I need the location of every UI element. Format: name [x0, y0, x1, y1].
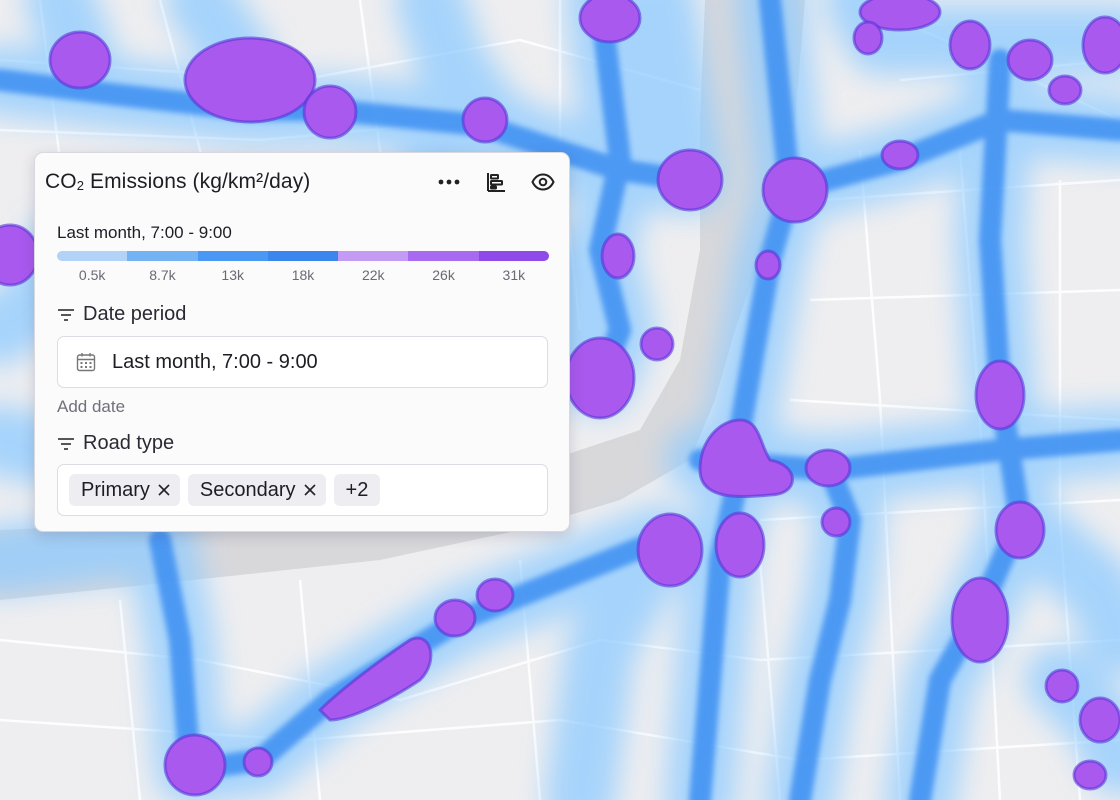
hotspot [636, 512, 704, 588]
close-icon[interactable] [303, 484, 316, 496]
chart-icon [486, 173, 505, 192]
chart-button[interactable] [479, 167, 512, 197]
legend-swatch [127, 251, 198, 261]
legend-tick-label: 8.7k [149, 267, 176, 283]
legend-ticks: 0.5k 8.7k 13k 18k 22k 26k 31k [57, 267, 549, 283]
close-icon[interactable] [158, 484, 170, 496]
legend-tick-label: 26k [432, 267, 455, 283]
hotspot [948, 19, 992, 71]
hotspot [433, 598, 477, 638]
hotspot [994, 500, 1046, 560]
hotspot [1044, 668, 1080, 704]
hotspot [714, 511, 766, 579]
hotspot [1047, 74, 1083, 106]
legend-tick-label: 18k [291, 267, 315, 283]
hotspot [1078, 696, 1120, 744]
hotspot [564, 336, 636, 420]
hotspot [761, 156, 829, 224]
visibility-eye-icon [530, 173, 555, 191]
hotspot [880, 139, 920, 171]
filter-icon [58, 308, 74, 321]
hotspot [1081, 15, 1120, 75]
hotspot [183, 36, 317, 124]
hotspot [852, 20, 884, 56]
calendar-icon [76, 353, 96, 372]
date-period-field[interactable]: Last month, 7:00 - 9:00 [57, 336, 548, 388]
chip-more[interactable]: +2 [333, 474, 381, 506]
hotspot [950, 576, 1010, 664]
chip-label: Secondary [199, 478, 296, 501]
hotspot [242, 746, 274, 778]
hotspot [754, 249, 782, 281]
legend-swatch [197, 251, 268, 261]
road-type-field[interactable]: Primary Secondary +2 [57, 464, 548, 516]
legend-tick-label: 0.5k [78, 267, 106, 283]
hotspot [820, 506, 852, 538]
chip-secondary[interactable]: Secondary [187, 474, 326, 506]
legend-color-bar [57, 251, 549, 261]
hotspot [1006, 38, 1054, 82]
hotspot [656, 148, 724, 212]
hotspot [639, 326, 675, 362]
date-period-value: Last month, 7:00 - 9:00 [112, 350, 318, 373]
legend-tick-label: 13k [221, 267, 244, 283]
add-date-link[interactable]: Add date [57, 397, 125, 417]
road-type-label: Road type [57, 432, 174, 455]
more-options-icon [438, 179, 459, 185]
chip-primary[interactable]: Primary [69, 474, 180, 506]
legend-swatch [408, 251, 479, 261]
legend-title: Last month, 7:00 - 9:00 [57, 223, 232, 242]
legend-swatch [338, 251, 409, 261]
visibility-button[interactable] [526, 167, 559, 197]
hotspot [461, 96, 509, 144]
date-period-label: Date period [57, 303, 186, 326]
more-options-button[interactable] [432, 167, 465, 197]
layer-panel: CO2 Emissions (kg/km²/day) Last month, 7… [34, 152, 570, 532]
legend-swatch [267, 251, 339, 261]
hotspot [804, 448, 852, 488]
filter-icon [58, 437, 74, 450]
legend-swatch [478, 251, 549, 261]
panel-header: CO2 Emissions (kg/km²/day) [45, 167, 559, 197]
road-type-label-text: Road type [83, 432, 175, 454]
chip-label: Primary [81, 478, 150, 501]
hotspot [578, 0, 642, 44]
hotspot [1072, 759, 1108, 791]
hotspot [48, 30, 112, 90]
hotspot [600, 232, 636, 280]
legend-tick-label: 22k [361, 267, 385, 283]
hotspot [163, 733, 227, 797]
legend-swatch [57, 251, 128, 261]
date-period-label-text: Date period [83, 303, 187, 325]
hotspot [974, 359, 1026, 431]
hotspot [302, 84, 358, 140]
hotspot [475, 577, 515, 613]
legend-tick-label: 31k [502, 267, 526, 283]
